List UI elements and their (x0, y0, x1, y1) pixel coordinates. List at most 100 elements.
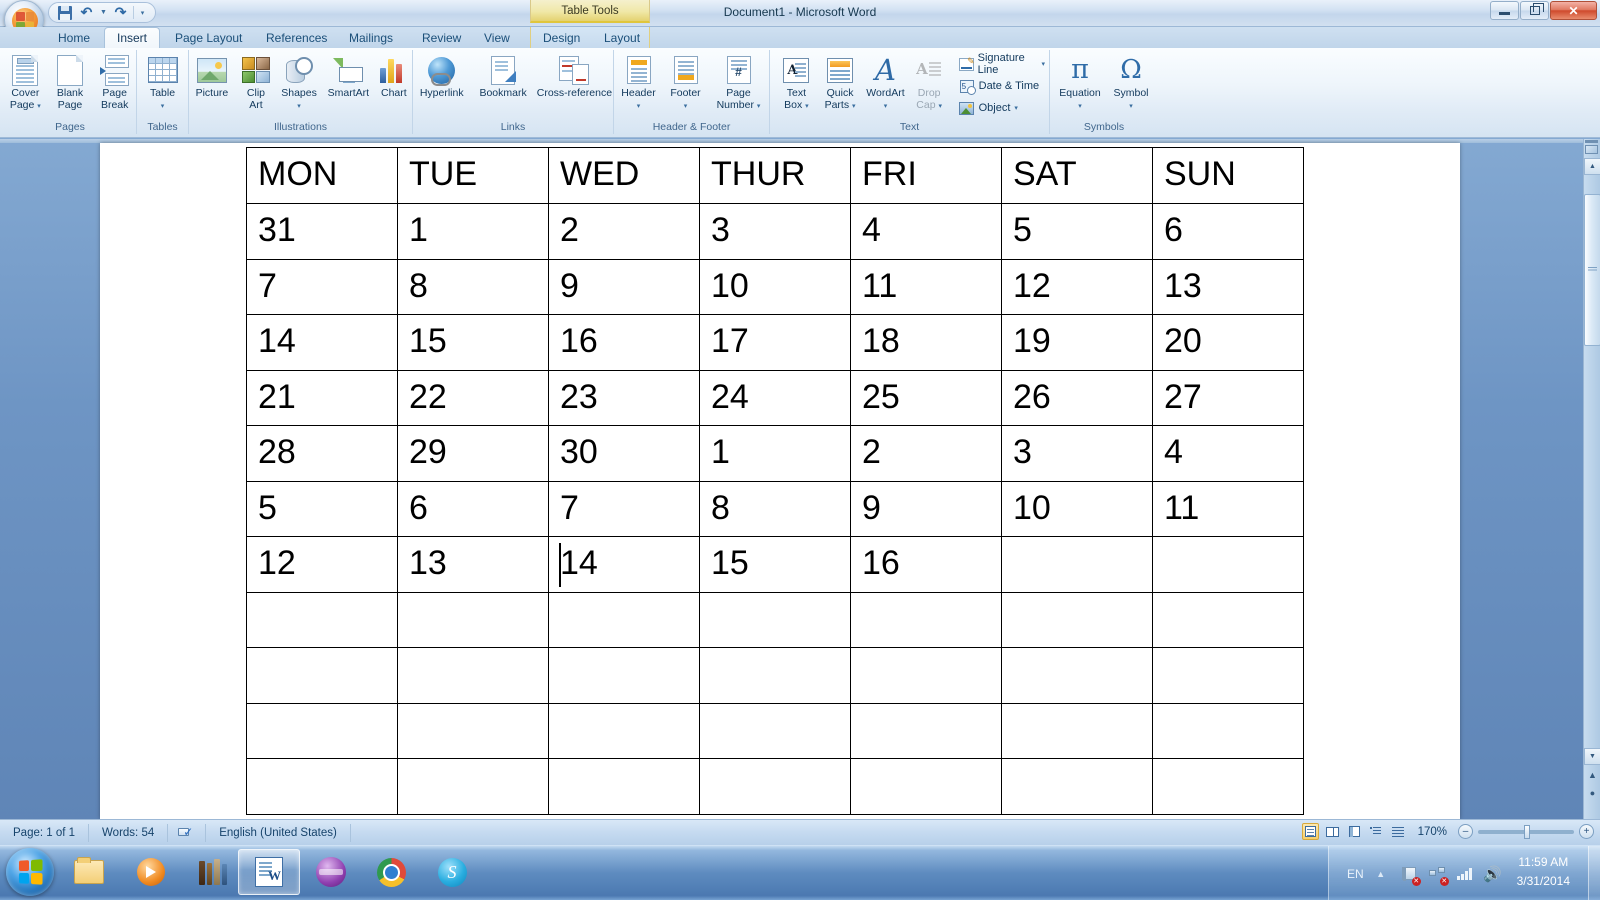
tray-language-label[interactable]: EN (1347, 867, 1364, 881)
date-cell[interactable] (548, 591, 700, 648)
date-cell[interactable]: 30 (548, 425, 700, 482)
calendar-table[interactable]: MON TUE WED THUR FRI SAT SUN 31 1 2 3 4 5 6 7 8 9 10 11 12 1… (246, 147, 1304, 815)
hyperlink-button[interactable]: Hyperlink (413, 50, 470, 100)
bookmark-button[interactable]: Bookmark (472, 50, 533, 100)
status-language[interactable]: English (United States) (206, 823, 351, 842)
day-header-mon[interactable]: MON (246, 147, 398, 204)
date-cell[interactable] (699, 758, 851, 815)
date-cell[interactable] (1152, 758, 1304, 815)
date-cell[interactable]: 9 (548, 258, 700, 315)
date-cell[interactable]: 28 (246, 425, 398, 482)
date-cell[interactable]: 12 (1001, 258, 1153, 315)
object-dropdown-icon[interactable]: ▾ (1014, 104, 1018, 112)
date-cell[interactable]: 6 (1152, 203, 1304, 260)
clip-art-button[interactable]: Clip Art (237, 50, 275, 111)
day-header-sun[interactable]: SUN (1152, 147, 1304, 204)
date-cell[interactable] (1001, 702, 1153, 759)
view-outline-button[interactable] (1368, 823, 1385, 840)
date-cell[interactable]: 11 (1152, 480, 1304, 537)
redo-icon[interactable]: ↷ (111, 4, 130, 21)
date-cell[interactable]: 20 (1152, 314, 1304, 371)
drop-cap-dropdown-icon[interactable]: ▾ (938, 103, 942, 110)
date-cell[interactable] (699, 647, 851, 704)
date-cell[interactable] (699, 591, 851, 648)
header-dropdown-icon[interactable]: ▾ (637, 103, 641, 110)
date-cell[interactable] (1152, 702, 1304, 759)
drop-cap-button[interactable]: A Drop Cap ▾ (910, 50, 949, 112)
date-cell[interactable]: 5 (246, 480, 398, 537)
date-cell[interactable]: 13 (397, 536, 549, 593)
zoom-slider-thumb[interactable] (1524, 824, 1530, 839)
taskbar-item-windows-explorer[interactable] (58, 849, 120, 895)
date-cell[interactable]: 8 (699, 480, 851, 537)
status-words[interactable]: Words: 54 (89, 823, 169, 842)
table-dropdown-icon[interactable]: ▾ (161, 103, 165, 110)
wordart-button[interactable]: A WordArt ▾ (863, 50, 907, 112)
signal-bars-icon[interactable] (1454, 863, 1476, 885)
date-cell[interactable]: 10 (1001, 480, 1153, 537)
quick-parts-dropdown-icon[interactable]: ▾ (852, 103, 856, 110)
date-cell[interactable]: 7 (548, 480, 700, 537)
date-time-button[interactable]: 5 Date & Time (955, 76, 1049, 96)
tab-page-layout[interactable]: Page Layout (163, 27, 254, 48)
table-button[interactable]: Table ▾ (137, 50, 188, 112)
date-cell[interactable]: 29 (397, 425, 549, 482)
date-cell[interactable]: 18 (850, 314, 1002, 371)
zoom-out-button[interactable]: – (1458, 824, 1473, 839)
date-cell[interactable] (397, 758, 549, 815)
speaker-icon[interactable]: 🔊 (1482, 863, 1504, 885)
date-cell[interactable] (1001, 591, 1153, 648)
signature-line-dropdown-icon[interactable]: ▾ (1041, 60, 1045, 68)
text-box-button[interactable]: A Text Box ▾ (776, 50, 817, 112)
date-cell[interactable]: 17 (699, 314, 851, 371)
shapes-button[interactable]: Shapes ▾ (277, 50, 321, 112)
date-cell[interactable]: 23 (548, 369, 700, 426)
date-cell[interactable] (548, 702, 700, 759)
text-box-dropdown-icon[interactable]: ▾ (805, 103, 809, 110)
date-cell[interactable]: 13 (1152, 258, 1304, 315)
date-cell[interactable]: 22 (397, 369, 549, 426)
date-cell[interactable] (699, 702, 851, 759)
tab-insert[interactable]: Insert (104, 27, 161, 48)
date-cell[interactable] (1152, 536, 1304, 593)
date-cell[interactable]: 15 (397, 314, 549, 371)
view-full-screen-reading-button[interactable] (1324, 823, 1341, 840)
show-desktop-button[interactable] (1588, 846, 1600, 900)
split-window-icon[interactable] (1585, 138, 1600, 154)
undo-icon[interactable]: ↶ (77, 4, 96, 21)
date-cell[interactable] (1001, 647, 1153, 704)
day-header-wed[interactable]: WED (548, 147, 700, 204)
tab-mailings[interactable]: Mailings (337, 27, 405, 48)
customize-qat-icon[interactable]: ▾ (137, 4, 148, 21)
date-cell[interactable]: 26 (1001, 369, 1153, 426)
taskbar-item-windows-media-player[interactable] (120, 849, 182, 895)
taskbar-item-skype[interactable]: S (421, 849, 483, 895)
date-cell[interactable] (850, 758, 1002, 815)
date-cell[interactable]: 16 (850, 536, 1002, 593)
symbol-dropdown-icon[interactable]: ▾ (1129, 103, 1133, 110)
date-cell[interactable]: 8 (397, 258, 549, 315)
date-cell[interactable]: 12 (246, 536, 398, 593)
date-cell[interactable]: 2 (548, 203, 700, 260)
tab-view[interactable]: View (472, 27, 522, 48)
smartart-button[interactable]: SmartArt (323, 50, 374, 100)
tab-review[interactable]: Review (410, 27, 473, 48)
date-cell[interactable]: 19 (1001, 314, 1153, 371)
date-cell[interactable]: 21 (246, 369, 398, 426)
signature-line-button[interactable]: ✎ Signature Line ▾ (955, 52, 1049, 76)
date-cell[interactable] (548, 758, 700, 815)
date-cell[interactable]: 27 (1152, 369, 1304, 426)
header-button[interactable]: Header ▾ (616, 50, 662, 112)
date-cell[interactable]: 5 (1001, 203, 1153, 260)
date-cell[interactable] (246, 647, 398, 704)
day-header-thur[interactable]: THUR (699, 147, 851, 204)
date-cell[interactable]: 1 (397, 203, 549, 260)
close-button[interactable]: ✕ (1550, 1, 1597, 20)
restore-button[interactable] (1520, 1, 1549, 20)
date-cell[interactable] (397, 702, 549, 759)
date-cell[interactable]: 4 (850, 203, 1002, 260)
cover-page-dropdown-icon[interactable]: ▾ (37, 103, 41, 110)
date-cell[interactable]: 15 (699, 536, 851, 593)
tray-clock[interactable]: 11:59 AM 3/31/2014 (1517, 853, 1570, 891)
view-print-layout-button[interactable] (1301, 823, 1319, 840)
